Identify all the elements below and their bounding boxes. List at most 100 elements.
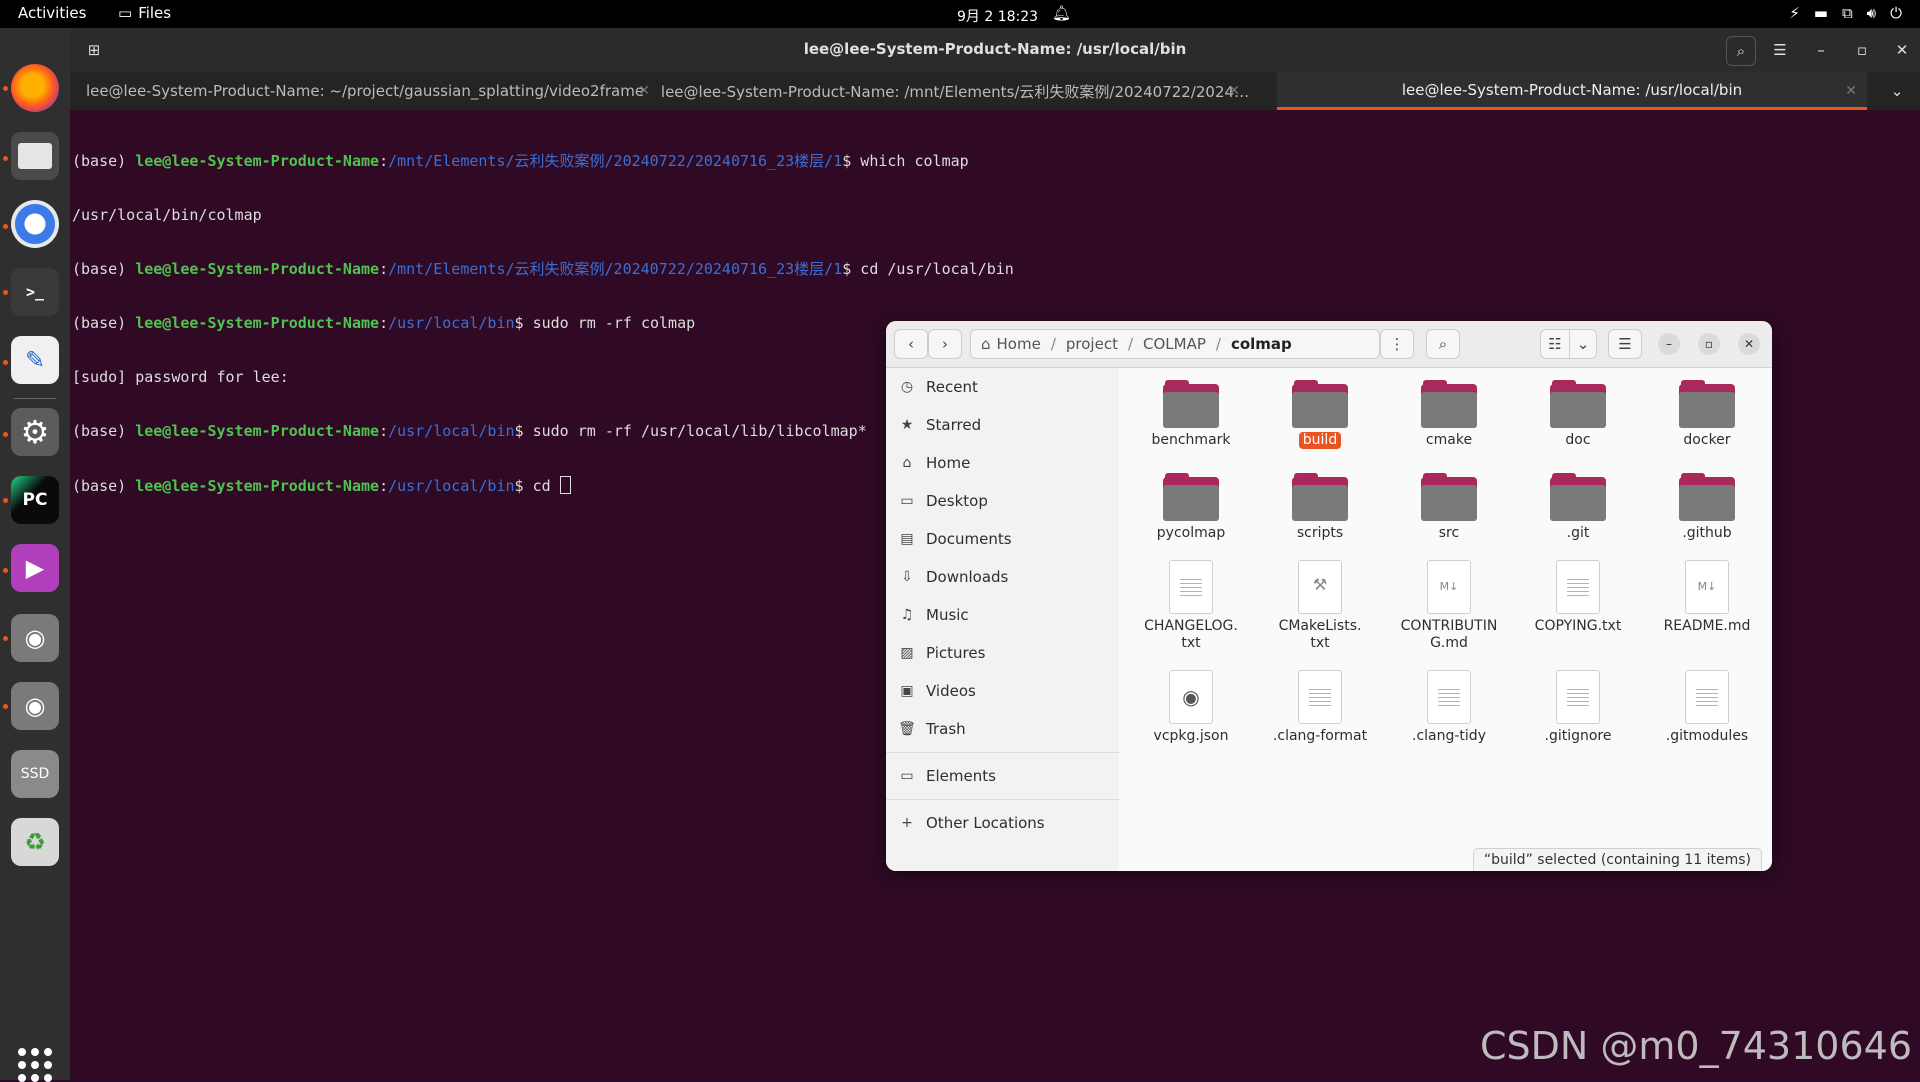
breadcrumb-colmap-parent[interactable]: COLMAP (1143, 335, 1206, 353)
maximize-icon[interactable]: ▫ (1848, 36, 1876, 64)
sidebar-item-home[interactable]: ⌂ Home (898, 448, 1108, 478)
sidebar-item-elements[interactable]: ▭ Elements (898, 761, 1108, 791)
terminal-icon[interactable]: >_ (11, 268, 59, 316)
kebab-menu-icon: ⋮ (1389, 335, 1405, 353)
breadcrumb[interactable]: ⌂ Home / project / COLMAP / colmap (970, 329, 1380, 359)
activities-button[interactable]: Activities (18, 4, 86, 22)
music-icon: ♫ (900, 607, 914, 623)
file-item[interactable]: M↓ README.md (1645, 560, 1769, 635)
folder-item[interactable]: benchmark (1129, 378, 1253, 449)
folder-item[interactable]: pycolmap (1129, 471, 1253, 542)
close-button[interactable]: ✕ (1738, 333, 1760, 355)
top-bar: Activities ▭ Files 9月 2 18:23 🔔︎ ⚡︎ ▬ ⧉ … (0, 0, 1920, 28)
folder-item[interactable]: scripts (1258, 471, 1382, 542)
folder-item[interactable]: doc (1516, 378, 1640, 449)
picture-icon: ▨ (900, 645, 914, 661)
sidebar-item-downloads[interactable]: ⇩ Downloads (898, 562, 1108, 592)
sidebar-item-documents[interactable]: ▤ Documents (898, 524, 1108, 554)
bluetooth-icon[interactable]: ⚡︎ (1789, 4, 1800, 22)
bell-icon[interactable]: 🔔︎ (1052, 4, 1071, 22)
keyboard-icon[interactable]: ▬ (1814, 4, 1828, 22)
file-item[interactable]: ⚒ CMakeLists. txt (1258, 560, 1382, 652)
sidebar-item-pictures[interactable]: ▨ Pictures (898, 638, 1108, 668)
chevron-down-icon[interactable]: ⌄ (1883, 77, 1911, 105)
running-indicator (3, 156, 8, 161)
view-list-button[interactable]: ☷ (1540, 329, 1570, 359)
file-item[interactable]: .clang-tidy (1387, 670, 1511, 745)
text-cursor (559, 476, 571, 494)
maximize-button[interactable]: ▫ (1698, 333, 1720, 355)
files-window[interactable]: ‹ › ⌂ Home / project / COLMAP / colmap ⋮… (886, 321, 1772, 871)
sidebar-item-trash[interactable]: 🗑︎ Trash (898, 714, 1108, 744)
chrome-icon[interactable] (11, 200, 59, 248)
tab-elements[interactable]: lee@lee-System-Product-Name: /mnt/Elemen… (660, 72, 1250, 110)
breadcrumb-home[interactable]: Home (997, 335, 1041, 353)
app-menu[interactable]: ▭ Files (118, 4, 171, 22)
cmake-file-icon: ⚒ (1298, 560, 1342, 614)
markdown-file-icon: M↓ (1427, 560, 1471, 614)
disk-icon[interactable]: ◉ (11, 614, 59, 662)
close-tab-icon[interactable]: ✕ (1228, 83, 1240, 99)
file-item[interactable]: .gitmodules (1645, 670, 1769, 745)
firefox-icon[interactable] (11, 64, 59, 112)
tab-usr-local-bin[interactable]: lee@lee-System-Product-Name: /usr/local/… (1277, 72, 1867, 110)
file-item[interactable]: CHANGELOG. txt (1129, 560, 1253, 652)
folder-icon (1292, 378, 1348, 428)
close-icon[interactable]: ✕ (1888, 36, 1916, 64)
ssd-icon[interactable]: SSD (11, 750, 59, 798)
files-icon[interactable] (11, 132, 59, 180)
sidebar-item-videos[interactable]: ▣ Videos (898, 676, 1108, 706)
recycle-bin-icon[interactable]: ♻ (11, 818, 59, 866)
forward-button[interactable]: › (928, 329, 962, 359)
folder-item[interactable]: src (1387, 471, 1511, 542)
folder-item[interactable]: cmake (1387, 378, 1511, 449)
main-menu-button[interactable]: ☰ (1608, 329, 1642, 359)
file-item[interactable]: .gitignore (1516, 670, 1640, 745)
path-menu-button[interactable]: ⋮ (1380, 329, 1414, 359)
text-editor-icon[interactable]: ✎ (11, 336, 59, 384)
file-item[interactable]: .clang-format (1258, 670, 1382, 745)
system-tray[interactable]: ⚡︎ ▬ ⧉ 🔊︎ ⏻ (1789, 4, 1902, 22)
running-indicator (3, 360, 8, 365)
close-tab-icon[interactable]: ✕ (1845, 83, 1857, 99)
disk-icon[interactable]: ◉ (11, 682, 59, 730)
minimize-icon[interactable]: – (1807, 36, 1835, 64)
sidebar-item-starred[interactable]: ★ Starred (898, 410, 1108, 440)
markdown-file-icon: M↓ (1685, 560, 1729, 614)
folder-item[interactable]: .github (1645, 471, 1769, 542)
plus-icon: + (901, 815, 913, 831)
minimize-button[interactable]: – (1658, 333, 1680, 355)
file-item[interactable]: M↓ CONTRIBUTIN G.md (1387, 560, 1511, 652)
folder-icon (1292, 471, 1348, 521)
pycharm-icon[interactable]: PC (11, 476, 59, 524)
breadcrumb-project[interactable]: project (1066, 335, 1118, 353)
breadcrumb-current[interactable]: colmap (1231, 335, 1292, 353)
view-options-button[interactable]: ⌄ (1569, 329, 1597, 359)
settings-icon[interactable]: ⚙ (11, 408, 59, 456)
folder-item[interactable]: .git (1516, 471, 1640, 542)
menu-icon[interactable]: ☰ (1766, 36, 1794, 64)
back-button[interactable]: ‹ (894, 329, 928, 359)
network-icon[interactable]: ⧉ (1842, 4, 1853, 22)
volume-icon[interactable]: 🔊︎ (1867, 4, 1876, 22)
clock[interactable]: 9月 2 18:23 (957, 6, 1038, 26)
sidebar-item-music[interactable]: ♫ Music (898, 600, 1108, 630)
file-item[interactable]: ◉ vcpkg.json (1129, 670, 1253, 745)
show-apps-icon[interactable] (18, 1048, 52, 1082)
prompt-line: (base) lee@lee-System-Product-Name:/mnt/… (72, 152, 969, 170)
power-icon[interactable]: ⏻ (1890, 4, 1902, 22)
sidebar-item-desktop[interactable]: ▭ Desktop (898, 486, 1108, 516)
close-tab-icon[interactable]: ✕ (638, 83, 650, 99)
folder-icon (1421, 471, 1477, 521)
folder-item[interactable]: docker (1645, 378, 1769, 449)
sidebar-item-recent[interactable]: ◷ Recent (898, 372, 1108, 402)
sidebar-item-other-locations[interactable]: + Other Locations (898, 808, 1108, 838)
home-icon: ⌂ (981, 335, 991, 353)
file-item[interactable]: COPYING.txt (1516, 560, 1640, 635)
tab-video2frame[interactable]: lee@lee-System-Product-Name: ~/project/g… (70, 72, 660, 110)
search-button[interactable]: ⌕ (1426, 329, 1460, 359)
folder-item-selected[interactable]: build (1258, 378, 1382, 449)
video-player-icon[interactable]: ▶ (11, 544, 59, 592)
search-icon[interactable]: ⌕ (1726, 36, 1756, 66)
folder-icon (1679, 378, 1735, 428)
